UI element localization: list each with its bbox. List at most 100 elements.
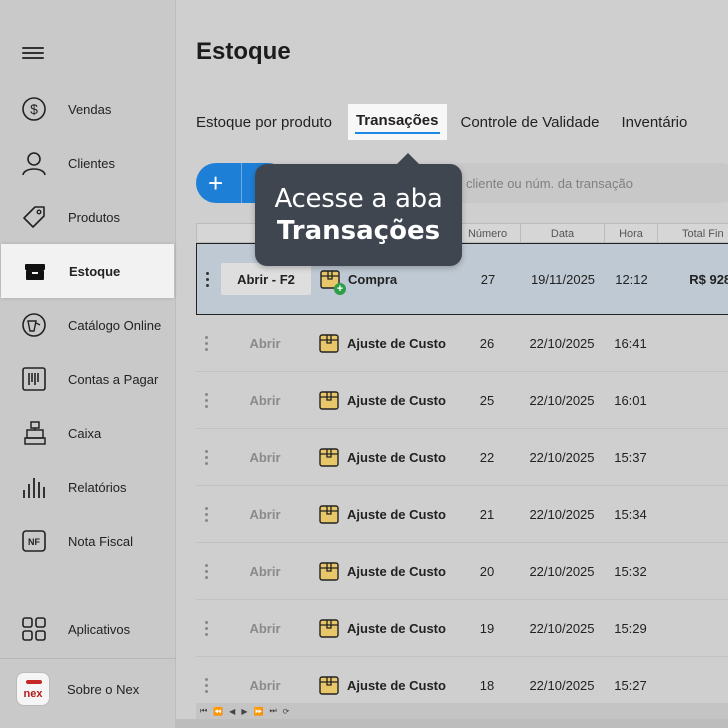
open-button[interactable]: Abrir - F2 — [221, 263, 311, 295]
sidebar-item-label: Contas a Pagar — [68, 371, 159, 387]
sidebar-item-clientes[interactable]: Clientes — [0, 136, 176, 190]
first-page-icon[interactable]: ⏮ — [200, 706, 207, 716]
cell-numero: 22 — [479, 449, 495, 465]
nf-icon-text: NF — [28, 537, 40, 547]
dollar-circle-icon: $ — [20, 95, 48, 123]
plus-icon: + — [208, 168, 224, 198]
cell-hora: 16:41 — [614, 335, 647, 351]
transaction-type: Ajuste de Custo — [319, 315, 469, 371]
table-row[interactable]: Abrir Ajuste de Custo 19 22/10/2025 15:29- — [196, 600, 728, 657]
sidebar-item-contas-a-pagar[interactable]: Contas a Pagar — [0, 352, 176, 406]
box-icon — [319, 447, 339, 467]
open-button[interactable]: Abrir — [220, 543, 310, 599]
transaction-type-label: Compra — [348, 271, 398, 287]
transaction-type: Ajuste de Custo — [319, 657, 469, 703]
sidebar-item-label: Vendas — [68, 101, 112, 117]
table-row[interactable]: Abrir Ajuste de Custo 22 22/10/2025 15:37- — [196, 429, 728, 486]
sidebar-item-label: Caixa — [68, 425, 102, 441]
sidebar-item-vendas[interactable]: $ Vendas — [0, 82, 176, 136]
cell-total: - — [657, 486, 728, 542]
cell-numero: 20 — [479, 563, 495, 579]
cell-numero: 27 — [480, 271, 496, 287]
cell-data: 22/10/2025 — [529, 392, 595, 408]
row-menu-icon[interactable] — [202, 429, 210, 485]
transaction-type-label: Ajuste de Custo — [347, 677, 446, 693]
sidebar-item-aplicativos[interactable]: Aplicativos — [0, 602, 176, 656]
sidebar-item-label: Clientes — [68, 155, 115, 171]
open-button[interactable]: Abrir — [220, 315, 310, 371]
header-total[interactable]: Total Fin — [657, 224, 728, 243]
prev-fast-icon[interactable]: ⏪ — [213, 707, 223, 716]
cell-total: - — [657, 543, 728, 599]
transaction-type-label: Ajuste de Custo — [347, 449, 446, 465]
row-menu-icon[interactable] — [202, 543, 210, 599]
sidebar-item-estoque[interactable]: Estoque — [1, 244, 174, 298]
row-menu-icon[interactable] — [203, 244, 211, 314]
table-row[interactable]: Abrir Ajuste de Custo 20 22/10/2025 15:32- — [196, 543, 728, 600]
header-numero[interactable]: Número — [454, 224, 520, 243]
next-page-icon[interactable]: ▶ — [241, 707, 247, 716]
transaction-type-label: Ajuste de Custo — [347, 620, 446, 636]
bottom-scrollbar[interactable] — [176, 719, 728, 728]
sidebar-item-label: Catálogo Online — [68, 317, 162, 333]
bar-chart-icon — [20, 473, 48, 501]
nf-icon: NF — [20, 527, 48, 555]
sidebar-item-produtos[interactable]: Produtos — [0, 190, 176, 244]
catalog-icon — [20, 311, 48, 339]
cell-total: - — [657, 315, 728, 371]
cell-numero: 25 — [479, 392, 495, 408]
table-row[interactable]: Abrir Ajuste de Custo 18 22/10/2025 15:27- — [196, 657, 728, 703]
table-row[interactable]: Abrir Ajuste de Custo 26 22/10/2025 16:41- — [196, 315, 728, 372]
menu-icon[interactable] — [22, 44, 44, 62]
sidebar-item-label: Nota Fiscal — [68, 533, 134, 549]
cash-register-icon — [20, 419, 48, 447]
box-icon — [319, 504, 339, 524]
apps-grid-icon — [20, 615, 48, 643]
barcode-icon — [20, 365, 48, 393]
transaction-type-label: Ajuste de Custo — [347, 506, 446, 522]
open-button[interactable]: Abrir — [220, 372, 310, 428]
sidebar-item-nota-fiscal[interactable]: NF Nota Fiscal — [0, 514, 176, 568]
search-input[interactable] — [440, 163, 728, 203]
open-button[interactable]: Abrir — [220, 600, 310, 656]
box-icon — [319, 390, 339, 410]
header-hora[interactable]: Hora — [604, 224, 657, 243]
open-button[interactable]: Abrir — [220, 657, 310, 703]
refresh-icon[interactable]: ⟳ — [283, 707, 290, 716]
nex-logo-icon: nex — [16, 672, 50, 706]
cell-total: - — [657, 372, 728, 428]
cell-total: - — [657, 600, 728, 656]
row-menu-icon[interactable] — [202, 600, 210, 656]
sidebar-item-catalogo[interactable]: Catálogo Online — [0, 298, 176, 352]
table-row[interactable]: Abrir Ajuste de Custo 25 22/10/2025 16:01- — [196, 372, 728, 429]
table-row[interactable]: Abrir Ajuste de Custo 21 22/10/2025 15:34- — [196, 486, 728, 543]
last-page-icon[interactable]: ⏭ — [269, 706, 276, 716]
prev-page-icon[interactable]: ◀ — [229, 707, 235, 716]
nex-logo-text: nex — [23, 687, 43, 700]
cell-total: - — [657, 429, 728, 485]
cell-hora: 15:34 — [614, 506, 647, 522]
row-menu-icon[interactable] — [202, 486, 210, 542]
row-menu-icon[interactable] — [202, 372, 210, 428]
sidebar-item-relatorios[interactable]: Relatórios — [0, 460, 176, 514]
button-divider — [241, 163, 242, 203]
tag-icon — [20, 203, 48, 231]
row-menu-icon[interactable] — [202, 657, 210, 703]
sidebar-item-caixa[interactable]: Caixa — [0, 406, 176, 460]
tab-controle-de-validade[interactable]: Controle de Validade — [461, 114, 600, 131]
tab-inventario[interactable]: Inventário — [621, 114, 687, 131]
cell-total: R$ 928,5 — [689, 271, 728, 287]
sidebar-item-sobre[interactable]: nex Sobre o Nex — [0, 662, 176, 716]
tab-transacoes[interactable]: Transações — [347, 104, 447, 140]
next-fast-icon[interactable]: ⏩ — [253, 707, 263, 716]
open-button[interactable]: Abrir — [220, 486, 310, 542]
tab-estoque-por-produto[interactable]: Estoque por produto — [196, 114, 332, 131]
pagination-bar: ⏮ ⏪ ◀ ▶ ⏩ ⏭ ⟳ — [196, 703, 728, 719]
box-icon — [319, 675, 339, 695]
transaction-type: Ajuste de Custo — [319, 486, 469, 542]
row-menu-icon[interactable] — [202, 315, 210, 371]
cell-numero: 26 — [479, 335, 495, 351]
cell-data: 22/10/2025 — [529, 506, 595, 522]
open-button[interactable]: Abrir — [220, 429, 310, 485]
header-data[interactable]: Data — [520, 224, 604, 243]
